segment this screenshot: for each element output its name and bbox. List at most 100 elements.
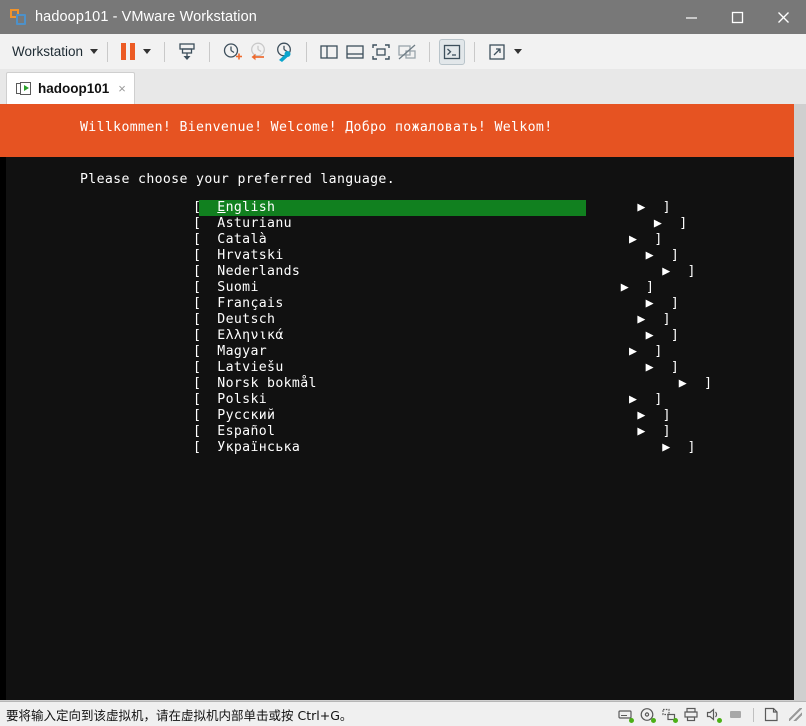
workstation-menu-label: Workstation xyxy=(12,44,84,59)
bracket-right: ] xyxy=(662,312,671,327)
terminal-icon xyxy=(443,44,461,59)
status-separator xyxy=(753,707,754,722)
show-library-button[interactable] xyxy=(316,39,342,65)
send-ctrl-alt-del-button[interactable] xyxy=(174,39,200,65)
submenu-arrow-icon: ▶ xyxy=(620,280,630,295)
bracket-left: [ xyxy=(193,360,202,375)
bracket-right: ] xyxy=(687,440,696,455)
submenu-arrow-icon: ▶ xyxy=(637,424,646,439)
language-option[interactable]: [English ▶] xyxy=(193,200,671,216)
language-label: Asturianu xyxy=(217,216,292,231)
workstation-menu-button[interactable]: Workstation xyxy=(12,44,99,59)
tab-close-button[interactable]: × xyxy=(118,81,126,96)
language-option[interactable]: [Asturianu ▶] xyxy=(193,216,687,232)
submenu-arrow-icon: ▶ xyxy=(637,312,646,327)
language-option[interactable]: [Polski ▶] xyxy=(193,392,662,408)
bracket-left: [ xyxy=(193,216,202,231)
status-usb-icon[interactable] xyxy=(728,707,743,722)
status-printer-icon[interactable] xyxy=(684,707,699,722)
bracket-left: [ xyxy=(193,424,202,439)
status-message: 要将输入定向到该虚拟机，请在虚拟机内部单击或按 Ctrl+G。 xyxy=(6,708,353,723)
language-label: Latviešu xyxy=(217,360,284,375)
bracket-right: ] xyxy=(646,280,655,295)
resize-grip[interactable] xyxy=(789,708,802,721)
stretch-guest-button[interactable] xyxy=(484,39,510,65)
bracket-right: ] xyxy=(654,344,663,359)
language-option[interactable]: [Deutsch ▶] xyxy=(193,312,671,328)
maximize-button[interactable] xyxy=(714,0,760,34)
submenu-arrow-icon: ▶ xyxy=(629,344,638,359)
tab-hadoop101[interactable]: hadoop101 × xyxy=(6,72,135,104)
language-option[interactable]: [Français ▶] xyxy=(193,296,679,312)
submenu-arrow-icon: ▶ xyxy=(645,328,654,343)
tab-strip: hadoop101 × xyxy=(0,69,806,105)
language-option[interactable]: [Nederlands ▶] xyxy=(193,264,695,280)
stretch-dropdown[interactable] xyxy=(510,39,526,65)
pause-button[interactable] xyxy=(117,39,139,65)
bracket-right: ] xyxy=(670,360,680,375)
toolbar-separator xyxy=(107,41,109,62)
status-sound-icon[interactable] xyxy=(706,707,722,723)
submenu-arrow-icon: ▶ xyxy=(645,296,654,311)
take-snapshot-button[interactable] xyxy=(219,39,245,65)
panel-bottom-icon xyxy=(346,44,364,59)
submenu-arrow-icon: ▶ xyxy=(653,216,663,231)
snapshot-manage-icon xyxy=(277,42,291,62)
close-button[interactable] xyxy=(760,0,806,34)
bracket-right: ] xyxy=(670,296,680,311)
language-label: Українська xyxy=(217,440,301,455)
toolbar-separator xyxy=(306,41,308,62)
language-option[interactable]: [Latviešu ▶] xyxy=(193,360,679,376)
installer-console: Please choose your preferred language. [… xyxy=(6,157,794,700)
full-screen-button[interactable] xyxy=(368,39,394,65)
language-option[interactable]: [Norsk bokmål ▶] xyxy=(193,376,712,392)
language-option[interactable]: [Español ▶] xyxy=(193,424,671,440)
window-title: hadoop101 - VMware Workstation xyxy=(35,9,257,25)
console-view-button[interactable] xyxy=(439,38,466,65)
title-bar: hadoop101 - VMware Workstation xyxy=(0,0,806,34)
snapshot-manager-button[interactable] xyxy=(271,39,297,65)
language-option[interactable]: [Українська ▶] xyxy=(193,440,695,456)
unity-mode-button[interactable] xyxy=(394,39,420,65)
vmware-logo-icon xyxy=(10,9,26,25)
language-option[interactable]: [Ελληνικά ▶] xyxy=(193,328,679,344)
bracket-right: ] xyxy=(662,408,671,423)
bracket-left: [ xyxy=(193,408,202,423)
vm-running-icon xyxy=(16,81,31,96)
status-bar: 要将输入定向到该虚拟机，请在虚拟机内部单击或按 Ctrl+G。 xyxy=(0,701,806,726)
snapshot-add-icon xyxy=(223,42,243,59)
chevron-down-icon xyxy=(90,49,99,54)
bracket-right: ] xyxy=(662,200,671,215)
submenu-arrow-icon: ▶ xyxy=(637,200,646,215)
vm-console-screen[interactable]: Willkommen! Bienvenue! Welcome! Добро по… xyxy=(0,104,794,700)
welcome-banner: Willkommen! Bienvenue! Welcome! Добро по… xyxy=(0,104,794,157)
language-option[interactable]: [Hrvatski ▶] xyxy=(193,248,679,264)
language-label: Русский xyxy=(217,408,276,423)
submenu-arrow-icon: ▶ xyxy=(678,376,688,391)
status-cdrom-icon[interactable] xyxy=(640,707,656,723)
bracket-left: [ xyxy=(193,392,202,407)
language-option[interactable]: [Magyar ▶] xyxy=(193,344,662,360)
language-option[interactable]: [Suomi ▶] xyxy=(193,280,654,296)
bracket-right: ] xyxy=(670,328,680,343)
language-label: English xyxy=(217,200,276,215)
pause-icon xyxy=(121,43,136,60)
submenu-arrow-icon: ▶ xyxy=(629,392,638,407)
show-thumbnail-bar-button[interactable] xyxy=(342,39,368,65)
pause-dropdown[interactable] xyxy=(139,39,155,65)
chevron-down-icon xyxy=(514,49,523,54)
revert-snapshot-button[interactable] xyxy=(245,39,271,65)
minimize-button[interactable] xyxy=(668,0,714,34)
bracket-left: [ xyxy=(193,248,202,263)
status-network-icon[interactable] xyxy=(662,707,678,723)
bracket-right: ] xyxy=(662,424,671,439)
vm-display-area: Willkommen! Bienvenue! Welcome! Добро по… xyxy=(0,104,806,701)
status-message-log-icon[interactable] xyxy=(764,707,779,722)
fullscreen-icon xyxy=(372,43,390,60)
language-label: Hrvatski xyxy=(217,248,284,263)
language-option[interactable]: [Català ▶] xyxy=(193,232,662,248)
bracket-left: [ xyxy=(193,376,202,391)
status-harddisk-icon[interactable] xyxy=(618,707,634,723)
language-option[interactable]: [Русский ▶] xyxy=(193,408,671,424)
bracket-left: [ xyxy=(193,232,202,247)
